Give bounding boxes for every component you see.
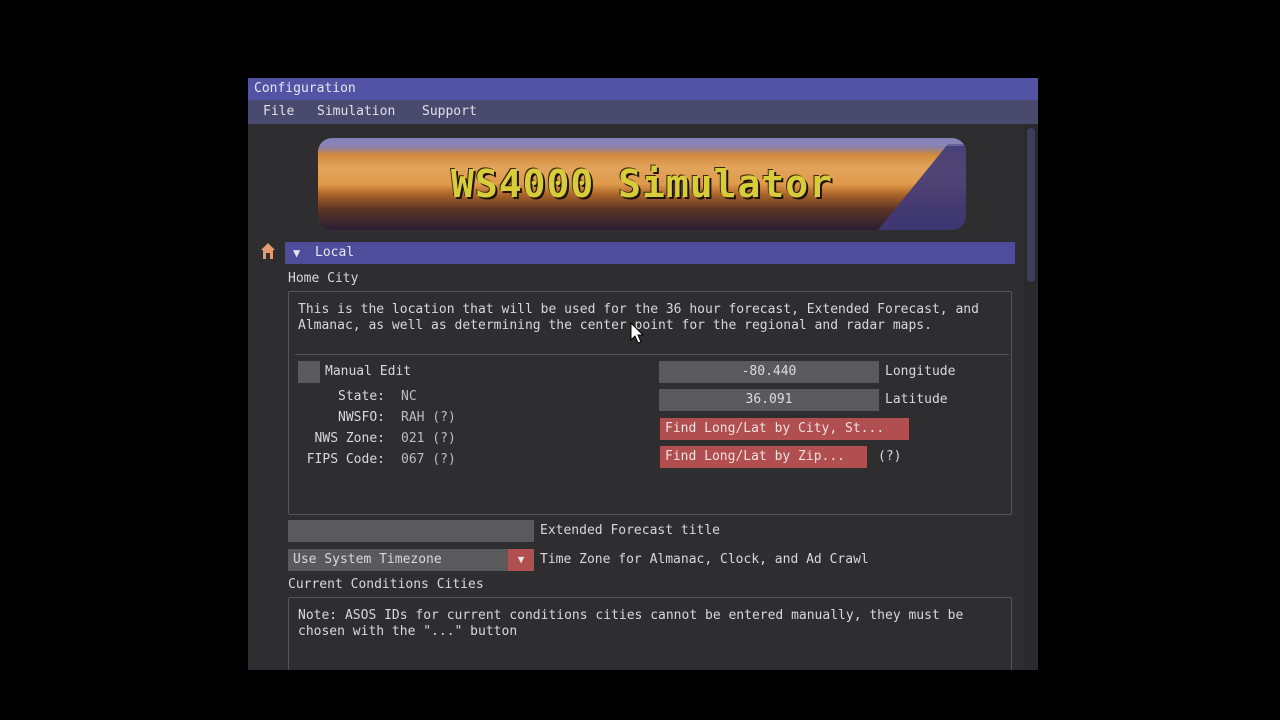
fips-code-value[interactable]: 067 (?) <box>401 452 456 467</box>
menu-simulation[interactable]: Simulation <box>317 100 395 124</box>
menu-support[interactable]: Support <box>422 100 477 124</box>
home-city-description: This is the location that will be used f… <box>298 302 987 333</box>
home-icon <box>261 243 275 259</box>
configuration-window: Configuration File Simulation Support WS… <box>248 78 1038 670</box>
collapse-arrow-icon: ▼ <box>293 246 301 260</box>
manual-edit-checkbox[interactable] <box>298 361 320 383</box>
menu-bar: File Simulation Support <box>248 100 1038 124</box>
nws-zone-value[interactable]: 021 (?) <box>401 431 456 446</box>
extended-forecast-title-label: Extended Forecast title <box>540 523 721 538</box>
vertical-scrollbar[interactable] <box>1024 124 1038 670</box>
home-city-label: Home City <box>288 271 359 286</box>
zip-help-link[interactable]: (?) <box>878 449 901 465</box>
longitude-label: Longitude <box>885 364 956 379</box>
nwsfo-value[interactable]: RAH (?) <box>401 410 456 425</box>
dropdown-arrow-icon[interactable]: ▼ <box>508 549 534 571</box>
mouse-cursor-icon <box>630 322 644 344</box>
state-key: State: <box>338 389 385 404</box>
longitude-input[interactable]: -80.440 <box>659 361 879 383</box>
find-by-city-button[interactable]: Find Long/Lat by City, St... <box>660 418 909 440</box>
title-bar[interactable]: Configuration <box>248 78 1038 100</box>
banner-logo: WS4000 Simulator <box>318 138 966 230</box>
scrollbar-thumb[interactable] <box>1027 128 1035 282</box>
timezone-select[interactable]: Use System Timezone ▼ <box>288 549 534 571</box>
menu-file[interactable]: File <box>263 100 294 124</box>
banner-title: WS4000 Simulator <box>450 162 834 206</box>
current-conditions-cities-label: Current Conditions Cities <box>288 577 484 592</box>
manual-edit-label: Manual Edit <box>325 364 412 379</box>
find-by-zip-button[interactable]: Find Long/Lat by Zip... <box>660 446 867 468</box>
panel-separator <box>295 354 1009 355</box>
timezone-selected: Use System Timezone <box>293 552 442 567</box>
extended-forecast-title-input[interactable] <box>288 520 534 542</box>
current-conditions-panel: Note: ASOS IDs for current conditions ci… <box>288 597 1012 670</box>
fips-code-key: FIPS Code: <box>306 452 385 467</box>
nwsfo-key: NWSFO: <box>338 410 385 425</box>
latitude-input[interactable]: 36.091 <box>659 389 879 411</box>
state-value: NC <box>401 389 417 404</box>
local-section-header[interactable]: ▼ Local <box>285 242 1015 264</box>
local-section-title: Local <box>315 245 355 260</box>
timezone-label: Time Zone for Almanac, Clock, and Ad Cra… <box>540 552 869 567</box>
current-conditions-note: Note: ASOS IDs for current conditions ci… <box>298 608 972 639</box>
home-city-panel: This is the location that will be used f… <box>288 291 1012 515</box>
latitude-label: Latitude <box>885 392 948 407</box>
nws-zone-key: NWS Zone: <box>314 431 385 446</box>
window-title: Configuration <box>254 81 356 96</box>
